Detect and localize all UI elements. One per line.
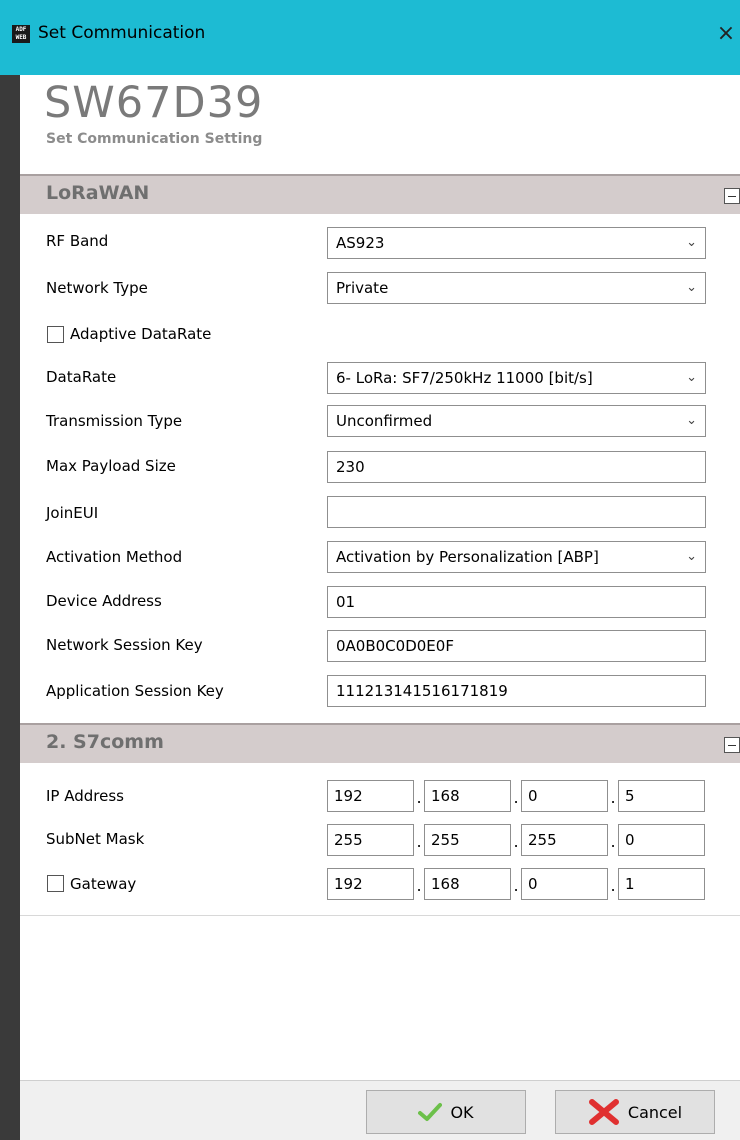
cancel-label: Cancel [627,1102,683,1122]
gateway-label: Gateway [70,875,137,893]
adaptive-datarate-checkbox[interactable] [47,326,64,343]
subnet-mask-octet-1[interactable]: 255 [327,824,414,856]
rf-band-select[interactable]: AS923 ⌄ [327,227,706,259]
section-header-lorawan: LoRaWAN [20,174,740,214]
ip-dot: . [513,832,519,851]
left-border-strip [0,75,20,1140]
ip-dot: . [416,788,422,807]
close-button[interactable]: × [712,19,740,49]
join-eui-input[interactable] [327,496,706,528]
device-address-input[interactable]: 01 [327,586,706,618]
activation-method-select[interactable]: Activation by Personalization [ABP] ⌄ [327,541,706,573]
network-session-key-input[interactable]: 0A0B0C0D0E0F [327,630,706,662]
app-subtitle: Set Communication Setting [46,131,263,147]
ip-dot: . [416,832,422,851]
ip-address-octet-2[interactable]: 168 [424,780,511,812]
window-title: Set Communication [38,23,206,43]
datarate-select[interactable]: 6- LoRa: SF7/250kHz 11000 [bit/s] ⌄ [327,362,706,394]
adaptive-datarate-label: Adaptive DataRate [70,325,212,343]
rf-band-value: AS923 [336,234,385,252]
device-address-label: Device Address [46,592,162,610]
gateway-octet-4[interactable]: 1 [618,868,705,900]
collapse-minus-icon[interactable] [724,737,740,753]
ip-dot: . [610,876,616,895]
app-name: SW67D39 [44,78,264,128]
chevron-down-icon: ⌄ [686,549,697,564]
ip-address-label: IP Address [46,787,124,805]
activation-method-label: Activation Method [46,548,183,566]
checkmark-icon [418,1102,443,1122]
adfweb-logo-icon: ADF WEB [12,25,30,43]
ip-address-octet-4[interactable]: 5 [618,780,705,812]
chevron-down-icon: ⌄ [686,280,697,295]
network-type-select[interactable]: Private ⌄ [327,272,706,304]
subnet-mask-label: SubNet Mask [46,830,145,848]
transmission-type-value: Unconfirmed [336,412,433,430]
join-eui-label: JoinEUI [46,504,99,522]
x-icon [588,1098,620,1126]
gateway-octet-3[interactable]: 0 [521,868,608,900]
section-title-s7comm: 2. S7comm [46,731,164,753]
ip-dot: . [416,876,422,895]
ip-address-octet-3[interactable]: 0 [521,780,608,812]
network-type-label: Network Type [46,279,148,297]
gateway-octet-1[interactable]: 192 [327,868,414,900]
max-payload-size-label: Max Payload Size [46,457,176,475]
section-header-s7comm: 2. S7comm [20,723,740,763]
max-payload-size-input[interactable]: 230 [327,451,706,483]
form-divider [20,915,740,916]
activation-method-value: Activation by Personalization [ABP] [336,548,599,566]
datarate-label: DataRate [46,368,117,386]
cancel-button[interactable]: Cancel [555,1090,715,1134]
chevron-down-icon: ⌄ [686,235,697,250]
ip-dot: . [610,832,616,851]
ip-address-octet-1[interactable]: 192 [327,780,414,812]
collapse-minus-icon[interactable] [724,188,740,204]
chevron-down-icon: ⌄ [686,370,697,385]
gateway-octet-2[interactable]: 168 [424,868,511,900]
datarate-value: 6- LoRa: SF7/250kHz 11000 [bit/s] [336,369,593,387]
transmission-type-label: Transmission Type [46,412,183,430]
subnet-mask-octet-4[interactable]: 0 [618,824,705,856]
network-type-value: Private [336,279,389,297]
gateway-checkbox[interactable] [47,875,64,892]
ip-dot: . [610,788,616,807]
network-session-key-label: Network Session Key [46,636,203,654]
chevron-down-icon: ⌄ [686,413,697,428]
ok-label: OK [450,1102,474,1122]
ip-dot: . [513,788,519,807]
rf-band-label: RF Band [46,232,109,250]
ip-dot: . [513,876,519,895]
subnet-mask-octet-3[interactable]: 255 [521,824,608,856]
subnet-mask-octet-2[interactable]: 255 [424,824,511,856]
application-session-key-label: Application Session Key [46,682,224,700]
transmission-type-select[interactable]: Unconfirmed ⌄ [327,405,706,437]
section-title-lorawan: LoRaWAN [46,182,150,204]
ok-button[interactable]: OK [366,1090,526,1134]
application-session-key-input[interactable]: 111213141516171819 [327,675,706,707]
